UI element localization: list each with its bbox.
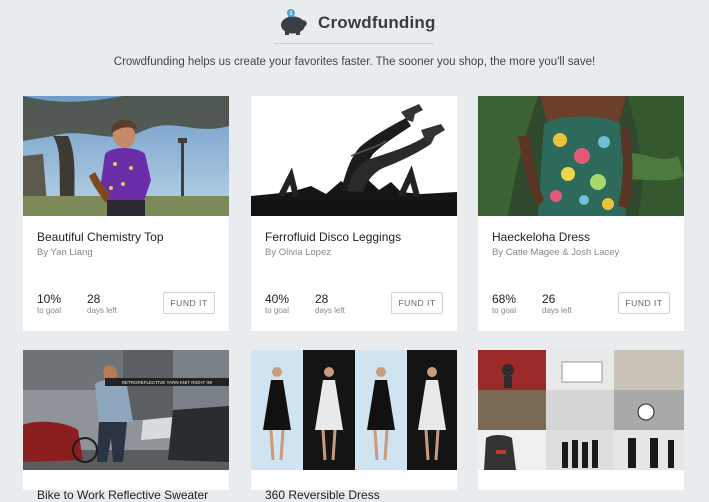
project-card[interactable] [478,350,684,490]
goal-percent: 68% [492,292,517,306]
project-name[interactable]: Bike to Work Reflective Sweater [37,488,208,502]
project-name[interactable]: 360 Reversible Dress [265,488,380,502]
project-creator: By Olivia Lopez [265,247,332,258]
project-name[interactable]: Haeckeloha Dress [492,230,590,244]
days-stat: 28 days left [87,292,117,316]
goal-label: to goal [37,306,62,315]
project-card[interactable]: RETROREFLECTIVE YARN KNIT RIGHT IN! Bike… [23,350,229,502]
project-grid: Beautiful Chemistry Top By Yan Liang 10%… [0,0,709,502]
project-creator: By Catie Magee & Josh Lacey [492,247,620,258]
project-card[interactable]: 360 Reversible Dress [251,350,457,502]
goal-label: to goal [492,306,517,315]
fund-it-button[interactable]: FUND IT [391,292,443,314]
photo-banner-text: RETROREFLECTIVE YARN KNIT RIGHT IN! [122,380,212,385]
days-stat: 26 days left [542,292,572,316]
days-label: days left [87,306,117,315]
days-count: 28 [87,292,101,306]
days-stat: 28 days left [315,292,345,316]
project-photo[interactable] [478,96,684,216]
project-photo[interactable] [478,350,684,470]
project-name[interactable]: Beautiful Chemistry Top [37,230,164,244]
project-name[interactable]: Ferrofluid Disco Leggings [265,230,401,244]
fund-it-button[interactable]: FUND IT [618,292,670,314]
project-photo[interactable] [251,96,457,216]
project-photo[interactable] [23,96,229,216]
days-label: days left [542,306,572,315]
project-photo[interactable] [251,350,457,470]
project-card[interactable]: Beautiful Chemistry Top By Yan Liang 10%… [23,96,229,331]
goal-percent: 10% [37,292,62,306]
goal-stat: 10% to goal [37,292,62,316]
days-count: 26 [542,292,556,306]
goal-label: to goal [265,306,290,315]
goal-percent: 40% [265,292,290,306]
days-count: 28 [315,292,329,306]
project-photo[interactable]: RETROREFLECTIVE YARN KNIT RIGHT IN! [23,350,229,470]
days-label: days left [315,306,345,315]
project-creator: By Yan Liang [37,247,93,258]
goal-stat: 40% to goal [265,292,290,316]
project-card[interactable]: Haeckeloha Dress By Catie Magee & Josh L… [478,96,684,331]
project-card[interactable]: Ferrofluid Disco Leggings By Olivia Lope… [251,96,457,331]
goal-stat: 68% to goal [492,292,517,316]
fund-it-button[interactable]: FUND IT [163,292,215,314]
